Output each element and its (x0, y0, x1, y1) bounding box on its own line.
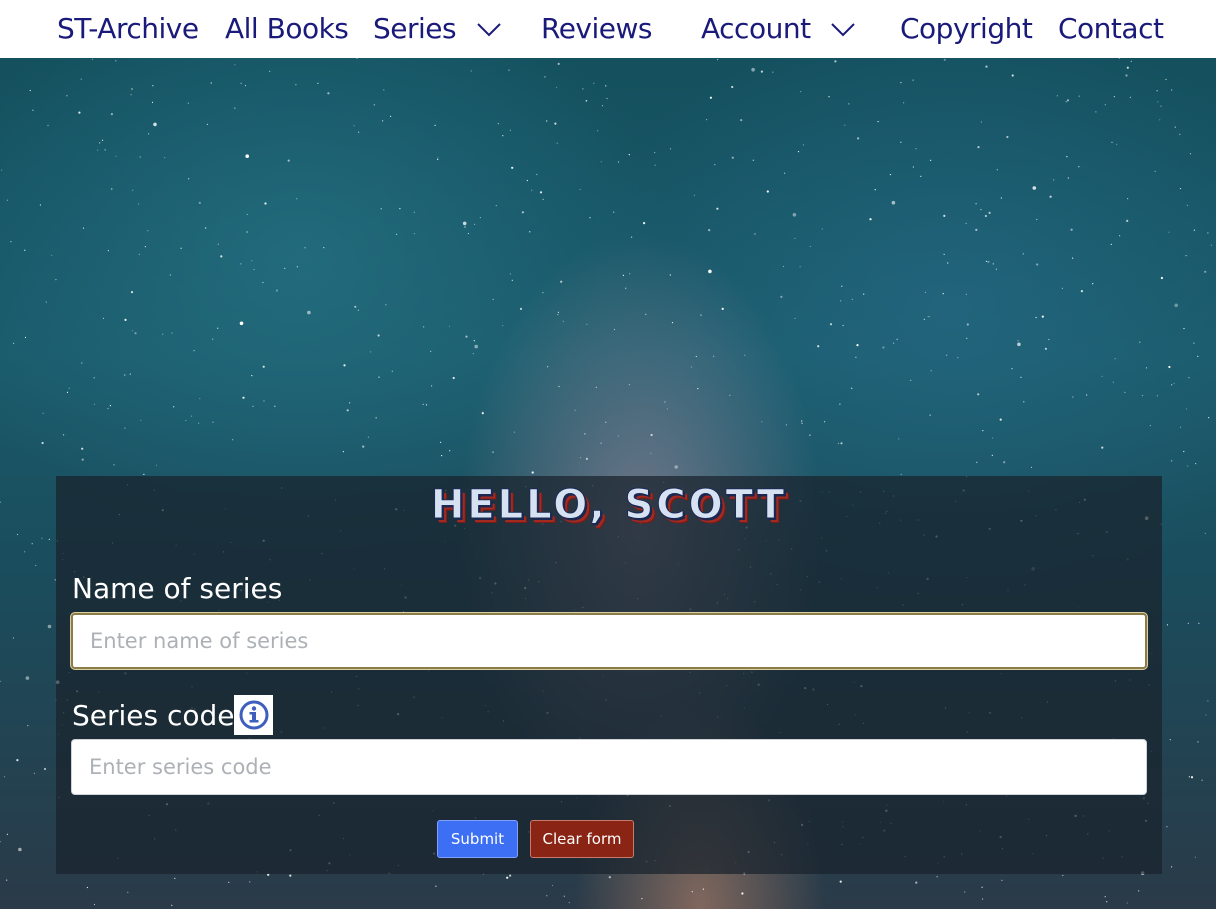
nav-link-label: ST-Archive (57, 12, 199, 45)
clear-form-button[interactable]: Clear form (530, 820, 634, 858)
nav-link-reviews[interactable]: Reviews (541, 0, 653, 58)
top-navbar: ST-Archive All Books Series Reviews Acco… (0, 0, 1216, 58)
nav-dropdown-series[interactable]: Series (373, 0, 501, 58)
nav-link-label: Contact (1058, 12, 1164, 45)
submit-button[interactable]: Submit (437, 820, 518, 858)
series-name-input[interactable] (71, 613, 1147, 669)
nav-dropdown-account[interactable]: Account (701, 0, 855, 58)
series-name-label: Name of series (72, 572, 283, 605)
nav-link-all-books[interactable]: All Books (225, 0, 349, 58)
nav-link-label: Series (373, 12, 457, 45)
nav-link-label: Account (701, 12, 811, 45)
nav-link-label: Reviews (541, 12, 653, 45)
chevron-down-icon (476, 23, 501, 37)
greeting-heading: HELLO, SCOTT (430, 482, 788, 529)
chevron-down-icon (831, 23, 855, 37)
nav-link-st-archive[interactable]: ST-Archive (57, 0, 199, 58)
add-series-form: HELLO, SCOTT Name of series Series code … (56, 476, 1162, 874)
series-code-label: Series code (72, 699, 235, 732)
info-circle-icon[interactable] (234, 695, 273, 735)
nav-link-label: All Books (225, 12, 349, 45)
nav-link-label: Copyright (900, 12, 1033, 45)
series-code-input[interactable] (71, 739, 1147, 795)
nav-link-contact[interactable]: Contact (1058, 0, 1164, 58)
nav-link-copyright[interactable]: Copyright (900, 0, 1033, 58)
